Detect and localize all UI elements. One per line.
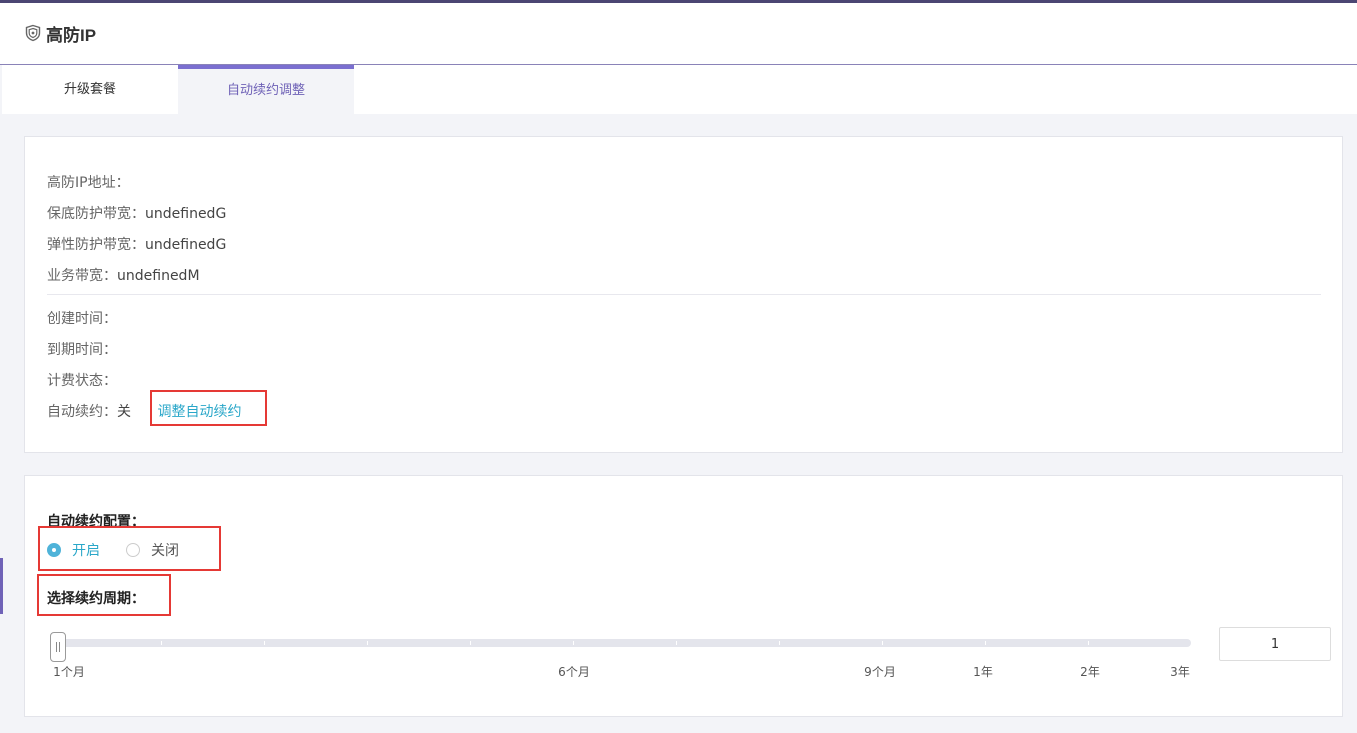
highlight-box-radio-group [38,526,221,571]
tab-auto-renew-adjust[interactable]: 自动续约调整 [178,65,354,114]
billing-status-row: 计费状态： [47,370,117,390]
renew-period-slider-track[interactable] [58,639,1191,647]
slider-tick [367,641,368,645]
expire-time-row: 到期时间： [47,339,117,359]
billing-status-label: 计费状态： [47,373,117,389]
slider-label-9-months[interactable]: 9个月 [864,663,896,680]
base-bandwidth-row: 保底防护带宽：undefinedG [47,203,226,223]
slider-label-6-months[interactable]: 6个月 [558,663,590,680]
left-edge-marker [0,558,3,614]
tab-bar: 升级套餐 自动续约调整 [2,65,1357,114]
highlight-box-adjust-link [150,390,267,426]
ip-address-row: 高防IP地址： [47,172,130,192]
slider-tick [573,641,574,645]
elastic-bandwidth-value: undefinedG [145,237,227,253]
slider-label-1-month[interactable]: 1个月 [53,663,85,680]
elastic-bandwidth-label: 弹性防护带宽： [47,237,145,253]
page-title: 高防IP [46,26,97,45]
slider-tick [1088,641,1089,645]
shield-icon [25,24,41,42]
created-time-row: 创建时间： [47,308,117,328]
slider-label-1-year[interactable]: 1年 [973,663,993,680]
base-bandwidth-value: undefinedG [145,206,227,222]
business-bandwidth-value: undefinedM [117,268,200,284]
auto-renew-label: 自动续约： [47,404,117,420]
expire-time-label: 到期时间： [47,342,117,358]
highlight-box-period-title [37,574,171,616]
slider-tick [882,641,883,645]
auto-renew-value: 关 [117,404,131,420]
slider-tick [779,641,780,645]
created-time-label: 创建时间： [47,311,117,327]
slider-tick [161,641,162,645]
slider-label-3-years[interactable]: 3年 [1170,663,1190,680]
slider-label-2-years[interactable]: 2年 [1080,663,1100,680]
slider-tick [264,641,265,645]
page-header: 高防IP [0,3,1357,65]
instance-info-panel: 高防IP地址： 保底防护带宽：undefinedG 弹性防护带宽：undefin… [24,136,1343,453]
slider-tick [985,641,986,645]
renew-period-input[interactable] [1219,627,1331,661]
info-divider [47,294,1321,295]
renew-period-slider-handle[interactable] [50,632,66,662]
slider-tick [470,641,471,645]
elastic-bandwidth-row: 弹性防护带宽：undefinedG [47,234,226,254]
auto-renew-config-panel: 自动续约配置： 开启 关闭 选择续约周期： 1个月 6个月 9个月 1年 2年 … [24,475,1343,717]
tab-upgrade-plan[interactable]: 升级套餐 [2,65,178,114]
business-bandwidth-row: 业务带宽：undefinedM [47,265,200,285]
base-bandwidth-label: 保底防护带宽： [47,206,145,222]
slider-tick [676,641,677,645]
ip-address-label: 高防IP地址： [47,175,130,191]
business-bandwidth-label: 业务带宽： [47,268,117,284]
